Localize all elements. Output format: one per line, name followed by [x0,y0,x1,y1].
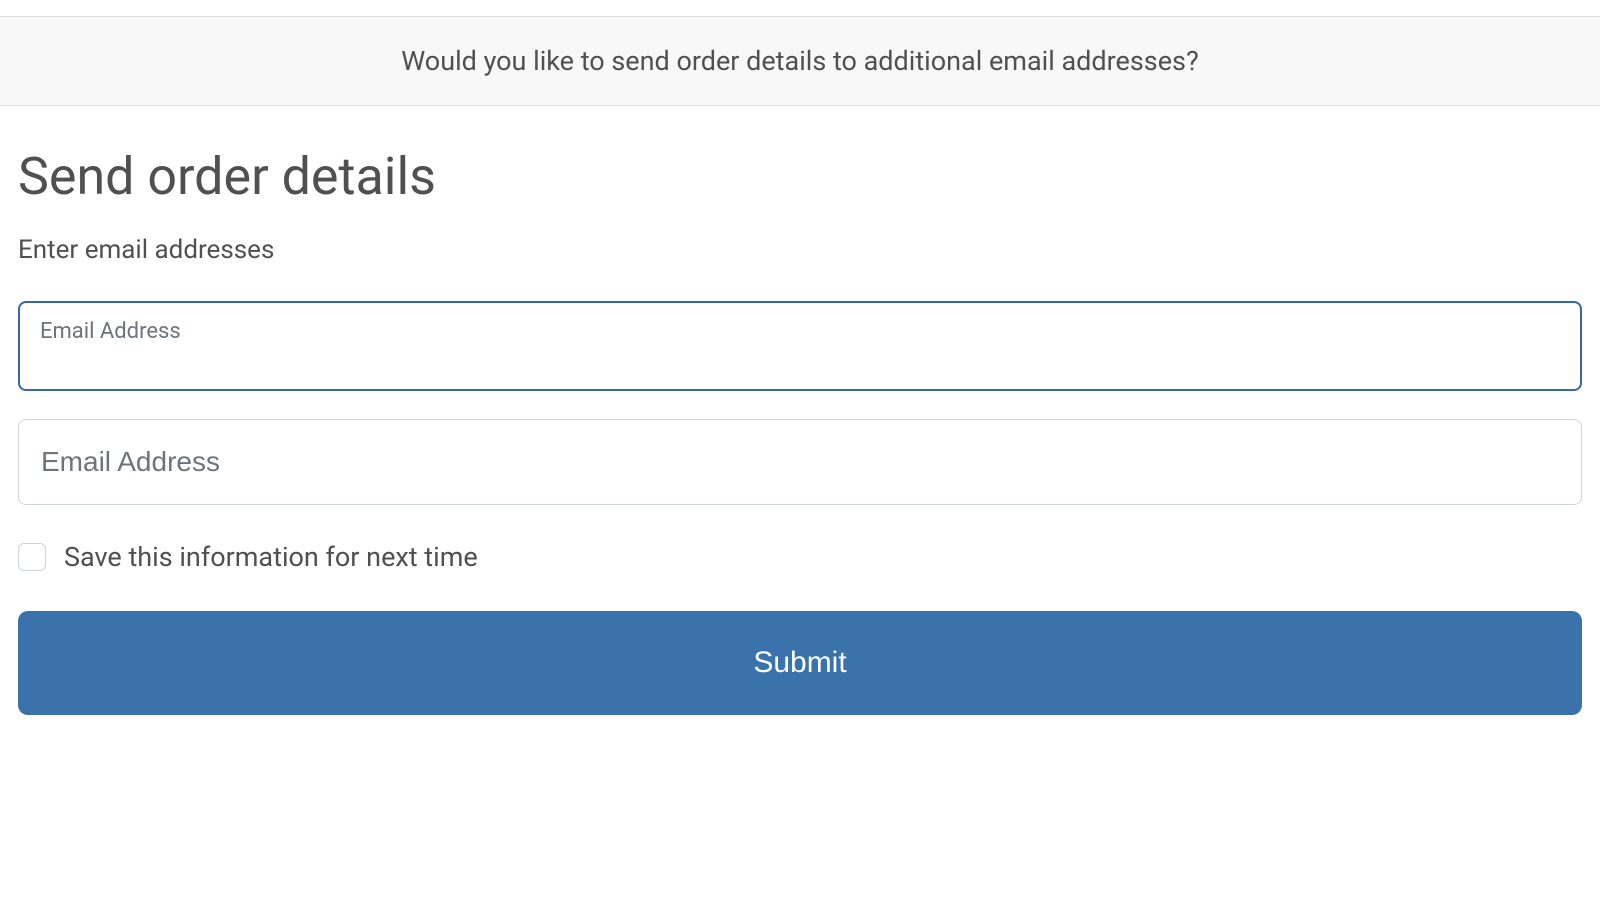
email-field-1-wrap: Email Address [18,301,1582,391]
submit-button[interactable]: Submit [18,611,1582,715]
save-info-row: Save this information for next time [18,541,1582,573]
banner-text: Would you like to send order details to … [401,45,1199,77]
save-info-label[interactable]: Save this information for next time [64,541,478,573]
email-field-2-wrap [18,419,1582,505]
main-content: Send order details Enter email addresses… [0,106,1600,715]
email-field-2[interactable] [18,419,1582,505]
email-field-1[interactable] [18,301,1582,391]
section-label: Enter email addresses [18,235,1582,265]
page-title: Send order details [18,146,1582,207]
banner-prompt: Would you like to send order details to … [0,16,1600,106]
save-info-checkbox[interactable] [18,543,46,571]
